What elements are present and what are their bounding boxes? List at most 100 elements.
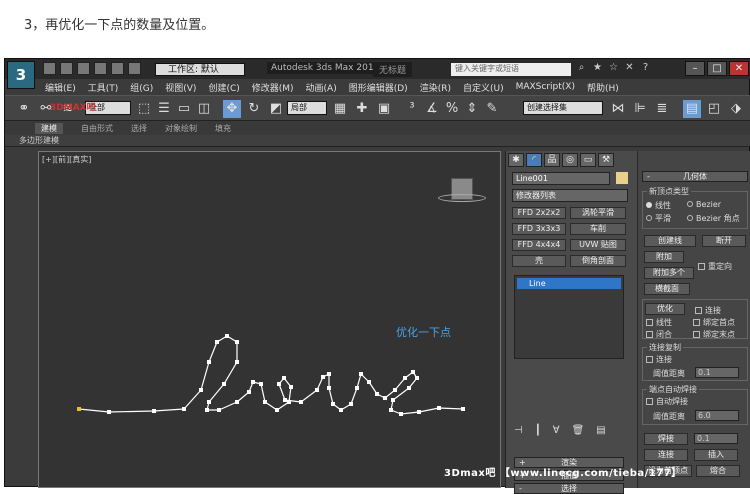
modifier-button-2[interactable]: FFD 3x3x3 (512, 223, 566, 235)
stack-item-line[interactable]: Line (517, 278, 621, 289)
utilities-tab-icon[interactable]: ⚒ (598, 153, 614, 167)
spline-vertex[interactable] (235, 340, 239, 344)
object-name-field[interactable]: Line001 (512, 172, 610, 185)
modifier-list-dropdown[interactable]: 修改器列表 (512, 189, 628, 202)
menu-item-3[interactable]: 视图(V) (165, 81, 196, 94)
linear-checkbox[interactable]: 线性 (646, 317, 672, 328)
spline-vertex[interactable] (461, 407, 465, 411)
pin-stack-icon[interactable]: ⊣ (514, 425, 523, 436)
named-selection-dropdown[interactable]: 创建选择集 (523, 101, 603, 115)
maximize-button[interactable]: □ (707, 61, 727, 76)
modifier-button-7[interactable]: 倒角剖面 (570, 255, 626, 267)
modifier-button-4[interactable]: FFD 4x4x4 (512, 239, 566, 251)
bind-first-checkbox[interactable]: 绑定首点 (693, 317, 735, 328)
select-move-icon[interactable]: ✥ (223, 100, 241, 118)
object-color-swatch[interactable] (616, 172, 628, 184)
window-crossing-icon[interactable]: ◫ (195, 100, 213, 118)
auto-weld-checkbox[interactable]: 自动焊接 (646, 396, 688, 407)
spline-vertex[interactable] (289, 385, 293, 389)
spline-vertex[interactable] (403, 376, 407, 380)
connect-checkbox[interactable]: 连接 (695, 305, 721, 316)
spline-vertex[interactable] (415, 376, 419, 380)
mirror-icon[interactable]: ⋈ (609, 100, 627, 118)
spline-vertex[interactable] (327, 386, 331, 390)
modifier-button-6[interactable]: 壳 (512, 255, 566, 267)
ribbon-tab-4[interactable]: 填充 (215, 123, 231, 134)
spline-vertex[interactable] (389, 408, 393, 412)
radio-bezier-corner[interactable]: Bezier 角点 (687, 213, 740, 224)
subscription-icon[interactable]: ★ (591, 62, 604, 75)
spline-vertex[interactable] (217, 408, 221, 412)
schematic-icon[interactable]: ⬗ (727, 100, 745, 118)
spline-vertex[interactable] (247, 390, 251, 394)
menu-item-1[interactable]: 工具(T) (88, 81, 119, 94)
show-end-icon[interactable]: ┃ (535, 425, 541, 436)
workspace-dropdown[interactable]: 工作区: 默认 (155, 63, 245, 76)
spline-vertex[interactable] (327, 372, 331, 376)
bind-last-checkbox[interactable]: 绑定末点 (693, 329, 735, 340)
menu-item-6[interactable]: 动画(A) (306, 81, 337, 94)
modifier-button-3[interactable]: 车削 (570, 223, 626, 235)
binoculars-icon[interactable]: ⌕ (575, 62, 588, 75)
spline-vertex[interactable] (339, 408, 343, 412)
spline-vertex[interactable] (359, 372, 363, 376)
viewport-front[interactable]: [+][前][真实] 优化一下点 (38, 151, 501, 488)
spline-vertex[interactable] (259, 382, 263, 386)
spline-vertex[interactable] (205, 408, 209, 412)
spline-vertex[interactable] (107, 410, 111, 414)
closed-checkbox[interactable]: 闭合 (646, 329, 672, 340)
spline-vertex[interactable] (391, 398, 395, 402)
spline-vertex[interactable] (411, 370, 415, 374)
spline-vertex[interactable] (321, 375, 325, 379)
ribbon-tab-2[interactable]: 选择 (131, 123, 147, 134)
modifier-button-1[interactable]: 涡轮平滑 (570, 207, 626, 219)
spline-vertex[interactable] (375, 392, 379, 396)
remove-modifier-icon[interactable]: 🗑 (572, 425, 585, 436)
menu-item-2[interactable]: 组(G) (130, 81, 153, 94)
spline-vertex[interactable] (77, 407, 81, 411)
app-logo-button[interactable]: 3 (7, 61, 35, 89)
make-unique-icon[interactable]: ∀ (553, 425, 560, 436)
keyboard-shortcut-icon[interactable]: ▣ (375, 100, 393, 118)
reorient-checkbox[interactable]: 重定向 (698, 261, 732, 272)
menu-item-7[interactable]: 图形编辑器(D) (349, 81, 408, 94)
connect-copy-checkbox[interactable]: 连接 (646, 354, 672, 365)
search-input[interactable]: 键入关键字或短语 (451, 63, 571, 76)
spline-vertex[interactable] (315, 388, 319, 392)
spline-vertex[interactable] (277, 382, 281, 386)
help-icon[interactable]: ? (639, 62, 652, 75)
spline-vertex[interactable] (331, 402, 335, 406)
spinner-snap-icon[interactable]: ⇕ (463, 100, 481, 118)
tools-icon[interactable]: ✕ (623, 62, 636, 75)
modifier-button-0[interactable]: FFD 2x2x2 (512, 207, 566, 219)
create-tab-icon[interactable]: ✱ (508, 153, 524, 167)
connect-button[interactable]: 连接 (644, 449, 688, 461)
redo-icon[interactable] (111, 62, 124, 75)
curve-editor-icon[interactable]: ◰ (705, 100, 723, 118)
ribbon-tab-0[interactable]: 建模 (35, 122, 63, 134)
spline-vertex[interactable] (299, 400, 303, 404)
spline-vertex[interactable] (263, 400, 267, 404)
scale-icon[interactable]: ◩ (267, 100, 285, 118)
select-by-name-icon[interactable]: ☰ (155, 100, 173, 118)
weld-button[interactable]: 焊接 (644, 433, 688, 445)
spline-vertex[interactable] (355, 386, 359, 390)
communication-icon[interactable]: ☆ (607, 62, 620, 75)
close-button[interactable]: ✕ (729, 61, 749, 76)
minimize-button[interactable]: – (685, 61, 705, 76)
threshold-spinner[interactable]: 0.1 (695, 367, 739, 378)
spline-vertex[interactable] (287, 400, 291, 404)
geometry-header[interactable]: - 几何体 (642, 171, 748, 182)
spline-vertex[interactable] (225, 334, 229, 338)
spline-vertex[interactable] (367, 380, 371, 384)
radio-bezier[interactable]: Bezier (687, 200, 721, 209)
spline-path[interactable] (78, 335, 464, 415)
save-icon[interactable] (77, 62, 90, 75)
menu-item-10[interactable]: MAXScript(X) (516, 82, 575, 92)
pivot-center-icon[interactable]: ▦ (331, 100, 349, 118)
motion-tab-icon[interactable]: ◎ (562, 153, 578, 167)
modifier-button-5[interactable]: UVW 贴图 (570, 239, 626, 251)
rotate-icon[interactable]: ↻ (245, 100, 263, 118)
menu-item-0[interactable]: 编辑(E) (45, 81, 76, 94)
spline-vertex[interactable] (383, 396, 387, 400)
